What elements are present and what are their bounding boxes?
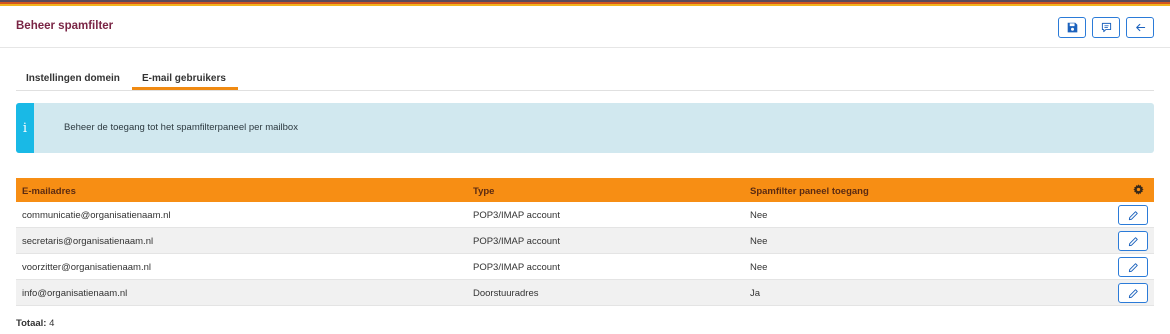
cell-type: POP3/IMAP account	[473, 262, 560, 273]
pencil-icon	[1128, 210, 1138, 220]
column-header-type: Type	[473, 186, 495, 197]
page-header: Beheer spamfilter	[0, 6, 1170, 48]
cell-access: Nee	[750, 210, 768, 221]
cell-email: info@organisatienaam.nl	[22, 288, 128, 299]
pencil-icon	[1128, 236, 1138, 246]
column-header-email: E-mailadres	[22, 186, 76, 197]
cell-type: POP3/IMAP account	[473, 210, 560, 221]
total-count: Totaal: 4	[16, 318, 54, 329]
edit-button[interactable]	[1118, 205, 1148, 225]
table-row: secretaris@organisatienaam.nl POP3/IMAP …	[16, 228, 1154, 254]
table-row: communicatie@organisatienaam.nl POP3/IMA…	[16, 202, 1154, 228]
edit-button[interactable]	[1118, 257, 1148, 277]
pencil-icon	[1128, 262, 1138, 272]
save-button[interactable]	[1058, 17, 1086, 38]
cell-access: Nee	[750, 236, 768, 247]
cell-type: POP3/IMAP account	[473, 236, 560, 247]
cell-email: communicatie@organisatienaam.nl	[22, 210, 171, 221]
tab-instellingen-domein[interactable]: Instellingen domein	[26, 64, 120, 90]
cell-email: voorzitter@organisatienaam.nl	[22, 262, 151, 273]
comment-icon	[1101, 22, 1111, 33]
pencil-icon	[1128, 288, 1138, 298]
tab-email-gebruikers[interactable]: E-mail gebruikers	[132, 64, 238, 90]
cell-type: Doorstuuradres	[473, 288, 539, 299]
page: Beheer spamfilter Instellingen domein E-…	[0, 6, 1170, 334]
gear-icon[interactable]	[1133, 184, 1144, 195]
tab-bar: Instellingen domein E-mail gebruikers	[16, 64, 1154, 91]
info-icon: i	[16, 103, 34, 153]
table-row: info@organisatienaam.nl Doorstuuradres J…	[16, 280, 1154, 306]
total-label: Totaal:	[16, 318, 47, 329]
cell-access: Ja	[750, 288, 761, 299]
edit-button[interactable]	[1118, 283, 1148, 303]
table-header: E-mailadres Type Spamfilter paneel toega…	[16, 178, 1154, 202]
page-title: Beheer spamfilter	[16, 20, 114, 32]
comment-button[interactable]	[1092, 17, 1120, 38]
cell-access: Nee	[750, 262, 768, 273]
alert-text: Beheer de toegang tot het spamfilterpane…	[64, 122, 298, 133]
back-button[interactable]	[1126, 17, 1154, 38]
column-header-access: Spamfilter paneel toegang	[750, 186, 869, 197]
edit-button[interactable]	[1118, 231, 1148, 251]
table-row: voorzitter@organisatienaam.nl POP3/IMAP …	[16, 254, 1154, 280]
arrow-left-icon	[1135, 23, 1145, 32]
total-value: 4	[49, 318, 55, 329]
mailbox-table: E-mailadres Type Spamfilter paneel toega…	[16, 178, 1154, 306]
info-alert: i Beheer de toegang tot het spamfilterpa…	[16, 103, 1154, 153]
floppy-disk-icon	[1067, 22, 1077, 33]
cell-email: secretaris@organisatienaam.nl	[22, 236, 154, 247]
